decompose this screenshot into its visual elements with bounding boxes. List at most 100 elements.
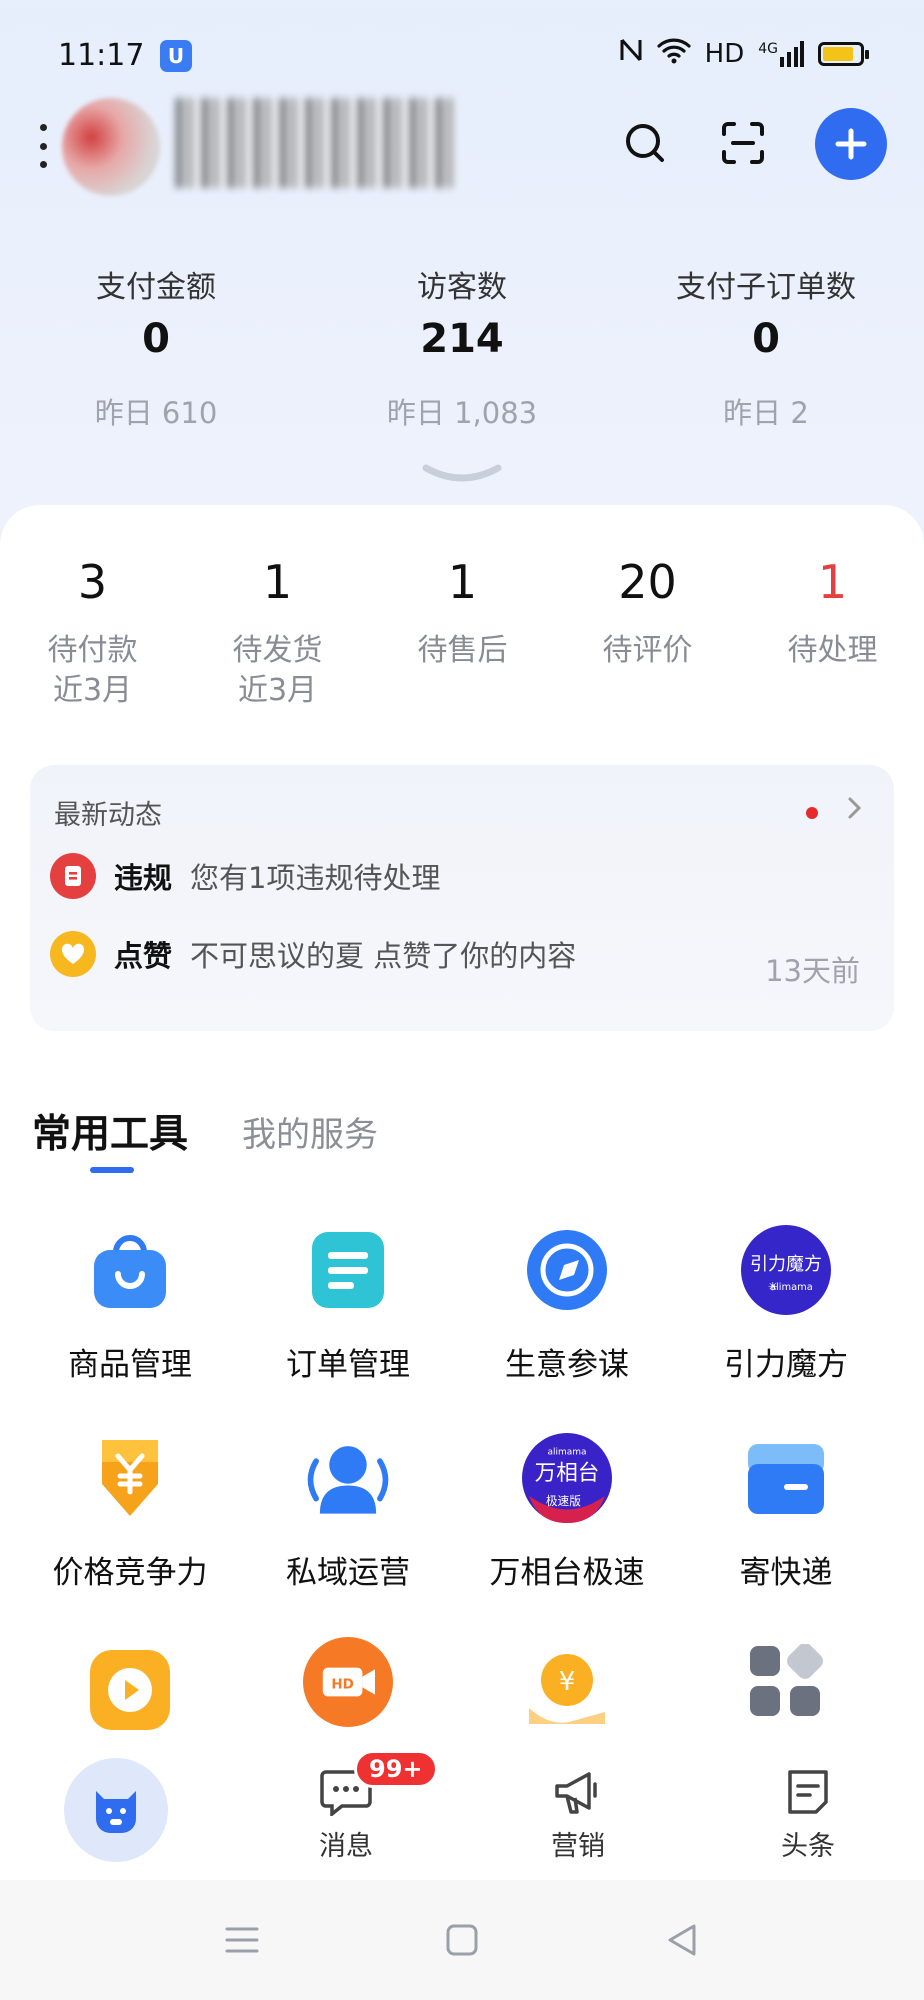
news-item-violation[interactable]: 违规 您有1项违规待处理	[50, 851, 440, 901]
shop-avatar[interactable]	[62, 98, 160, 196]
gravity-cube-logo: 引力魔方 alimama ✳	[741, 1225, 831, 1315]
plus-icon	[835, 128, 867, 160]
wxt-logo-main: 万相台	[535, 1461, 600, 1486]
mascot-home-icon	[96, 1791, 136, 1833]
battery-icon	[818, 41, 869, 66]
tool-business-advisor[interactable]: 生意参谋	[457, 1225, 677, 1384]
order-pending-shipment[interactable]: 1 待发货近3月	[185, 555, 370, 711]
bottom-nav: 99+ 消息 营销 头条	[0, 1740, 924, 1880]
nav-messages[interactable]: 99+ 消息	[266, 1750, 438, 1863]
today-stats: 支付金额 0 昨日 610 访客数 214 昨日 1,083 支付子订单数 0 …	[0, 262, 924, 442]
order-status-row: 3 待付款近3月 1 待发货近3月 1 待售后 20 待评价 1 待处理	[0, 555, 924, 755]
stat-label: 支付金额	[96, 270, 216, 305]
tool-wanxiangtai-express[interactable]: alimama 万相台 极速版 万相台极速	[457, 1433, 677, 1592]
stat-sub-orders[interactable]: 支付子订单数 0 昨日 2	[616, 262, 916, 432]
play-video-icon	[85, 1645, 175, 1735]
network-type: HD	[704, 38, 745, 69]
tool-hd-video[interactable]: HD	[238, 1637, 458, 1727]
add-button[interactable]	[815, 108, 887, 180]
order-label: 待发货	[232, 633, 323, 668]
order-pending-payment[interactable]: 3 待付款近3月	[0, 555, 185, 711]
recent-apps-icon[interactable]	[222, 1920, 262, 1960]
search-icon	[626, 124, 664, 162]
tab-indicator	[90, 1167, 134, 1173]
tool-private-domain[interactable]: 私域运营	[238, 1433, 458, 1592]
apps-grid-icon	[741, 1637, 831, 1727]
tool-send-express[interactable]: 寄快递	[676, 1433, 896, 1592]
order-label: 待付款	[47, 633, 138, 668]
search-button[interactable]	[610, 108, 680, 178]
system-nav-bar	[0, 1880, 924, 2000]
order-sublabel: 近3月	[52, 673, 133, 708]
tool-gravity-cube[interactable]: 引力魔方 alimama ✳ 引力魔方	[676, 1225, 896, 1384]
nav-label: 消息	[319, 1831, 373, 1862]
news-title: 最新动态	[54, 800, 162, 831]
news-tag: 违规	[114, 861, 173, 895]
news-text: 不可思议的夏 点赞了你的内容	[190, 939, 577, 973]
tool-label: 万相台极速	[489, 1555, 645, 1591]
parcel-box-icon	[741, 1433, 831, 1523]
order-sublabel: 近3月	[237, 673, 318, 708]
tool-more-apps[interactable]	[676, 1637, 896, 1727]
stat-value: 214	[420, 316, 504, 362]
news-text: 您有1项违规待处理	[190, 861, 441, 895]
wxt-logo-top: alimama	[547, 1448, 586, 1458]
news-item-like[interactable]: 点赞 不可思议的夏 点赞了你的内容	[50, 929, 576, 979]
nav-home[interactable]	[64, 1758, 168, 1862]
tool-video[interactable]	[20, 1645, 240, 1735]
tool-price-competitiveness[interactable]: 价格竞争力	[20, 1433, 240, 1592]
svg-text:HD: HD	[331, 1676, 354, 1692]
system-icons: HD 4G	[619, 36, 869, 71]
tool-label: 寄快递	[739, 1555, 833, 1591]
wxt-logo-sub: 极速版	[546, 1494, 581, 1508]
stat-payment-amount[interactable]: 支付金额 0 昨日 610	[6, 262, 306, 432]
tool-order-management[interactable]: 订单管理	[238, 1225, 458, 1384]
order-list-icon	[303, 1225, 393, 1315]
coin-hand-icon: ¥	[522, 1645, 612, 1735]
violation-icon	[50, 853, 96, 899]
order-count: 3	[77, 555, 108, 609]
stat-value: 0	[752, 316, 780, 362]
expand-stats-chevron-icon[interactable]	[420, 462, 504, 486]
stat-yesterday: 昨日 2	[723, 396, 809, 430]
stat-value: 0	[142, 316, 170, 362]
home-square-icon[interactable]	[442, 1920, 482, 1960]
message-count-badge: 99+	[354, 1750, 438, 1788]
order-label: 待处理	[787, 633, 878, 668]
order-to-handle[interactable]: 1 待处理	[740, 555, 924, 671]
compass-icon	[522, 1225, 612, 1315]
wifi-icon	[657, 36, 691, 71]
signal-type: 4G	[758, 40, 778, 57]
stat-label: 访客数	[417, 270, 507, 305]
shop-name-blurred[interactable]	[176, 98, 456, 188]
order-count: 20	[618, 555, 677, 609]
wanxiangtai-logo: alimama 万相台 极速版	[522, 1433, 612, 1523]
order-count: 1	[262, 555, 293, 609]
nav-label: 头条	[781, 1831, 835, 1862]
app-notification-icon: U	[160, 40, 192, 72]
chevron-right-icon[interactable]	[842, 793, 868, 823]
nav-marketing[interactable]: 营销	[498, 1768, 658, 1863]
stat-yesterday: 昨日 1,083	[386, 396, 538, 430]
more-menu-icon[interactable]	[38, 124, 48, 168]
heart-icon	[50, 931, 96, 977]
order-pending-review[interactable]: 20 待评价	[555, 555, 740, 671]
order-after-sales[interactable]: 1 待售后	[370, 555, 555, 671]
order-count: 1	[817, 555, 848, 609]
news-time: 13天前	[765, 954, 860, 988]
tool-product-management[interactable]: 商品管理	[20, 1225, 240, 1384]
scan-button[interactable]	[708, 108, 778, 178]
tool-label: 订单管理	[286, 1347, 410, 1383]
nav-label: 营销	[551, 1831, 605, 1862]
tool-label: 私域运营	[286, 1555, 410, 1591]
tab-common-tools[interactable]: 常用工具	[32, 1103, 188, 1159]
back-triangle-icon[interactable]	[662, 1920, 702, 1960]
bag-icon	[85, 1225, 175, 1315]
nav-headlines[interactable]: 头条	[728, 1768, 888, 1863]
gravity-cube-logo-text: 引力魔方	[750, 1254, 822, 1275]
latest-news-card[interactable]: 最新动态 违规 您有1项违规待处理 点赞 不可思议的夏 点赞了你的内容 13天前	[30, 765, 894, 1031]
hd-camera-icon: HD	[303, 1637, 393, 1727]
tool-finance[interactable]: ¥	[457, 1645, 677, 1735]
tab-my-services[interactable]: 我的服务	[242, 1107, 378, 1156]
stat-visitors[interactable]: 访客数 214 昨日 1,083	[312, 262, 612, 432]
